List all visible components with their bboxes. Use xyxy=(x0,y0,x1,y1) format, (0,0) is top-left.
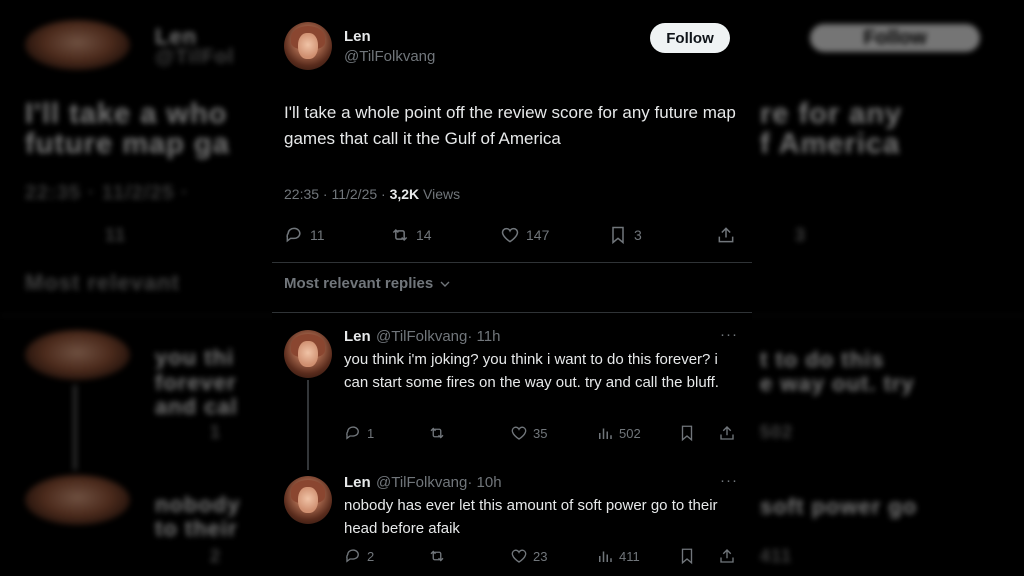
views-icon xyxy=(599,551,612,562)
repost-icon xyxy=(392,228,408,242)
like-icon xyxy=(501,227,519,243)
sort-label: Most relevant replies xyxy=(284,275,434,292)
share-icon xyxy=(718,227,734,243)
share-icon xyxy=(720,549,734,563)
reply-button[interactable]: 2 xyxy=(344,547,374,565)
bg-count-right: 3 xyxy=(795,225,807,245)
bookmark-button[interactable] xyxy=(678,424,696,442)
bg-r2-count: 2 xyxy=(210,546,222,566)
views-count: 3,2K xyxy=(389,186,420,202)
bg-text-l2: future map ga xyxy=(25,128,230,160)
bookmark-icon xyxy=(681,425,693,442)
like-count: 147 xyxy=(526,227,550,243)
reply-count: 11 xyxy=(310,227,325,243)
sort-replies-dropdown[interactable]: Most relevant replies xyxy=(284,275,453,292)
bg-r1-l2: forever xyxy=(155,370,237,395)
bg-count-left: 11 xyxy=(105,225,127,245)
reply-count: 2 xyxy=(367,548,375,564)
more-icon[interactable]: ··· xyxy=(720,472,738,489)
repost-button[interactable] xyxy=(428,547,446,565)
bg-r1-r1: t to do this xyxy=(760,347,885,372)
reply-icon xyxy=(346,426,359,440)
reply-count: 1 xyxy=(367,425,375,441)
bg-avatar xyxy=(25,20,130,70)
like-button[interactable]: 35 xyxy=(510,424,547,442)
reply-text: nobody has ever let this amount of soft … xyxy=(344,497,718,537)
views-label: Views xyxy=(419,186,461,202)
bg-r1-views: 502 xyxy=(760,422,794,442)
bg-r1-l3: and cal xyxy=(155,394,238,419)
avatar[interactable] xyxy=(284,22,332,70)
repost-icon xyxy=(430,550,444,562)
views-count: 502 xyxy=(619,425,641,441)
bg-follow: Follow xyxy=(810,24,980,52)
reply-avatar[interactable] xyxy=(284,330,332,378)
like-count: 23 xyxy=(533,548,548,564)
tweet-thread-column: Len @TilFolkvang Follow I'll take a whol… xyxy=(272,0,752,576)
share-icon xyxy=(720,426,734,440)
bg-thread-line xyxy=(73,385,77,470)
like-button[interactable]: 23 xyxy=(510,547,547,565)
bg-avatar-3 xyxy=(25,475,130,525)
share-button[interactable] xyxy=(716,225,736,245)
chevron-down-icon xyxy=(440,281,450,287)
tweet-timestamp[interactable]: 22:35 · 11/2/25 · xyxy=(284,186,390,202)
views-count: 411 xyxy=(619,548,640,564)
reply-button[interactable]: 11 xyxy=(284,225,325,245)
share-button[interactable] xyxy=(718,424,736,442)
reply-icon xyxy=(346,549,359,563)
tweet-text: I'll take a whole point off the review s… xyxy=(284,103,736,148)
bg-r1-r2: e way out. try xyxy=(760,371,915,396)
bg-text-r1: re for any xyxy=(760,98,903,130)
views-icon xyxy=(599,428,612,439)
share-button[interactable] xyxy=(718,547,736,565)
repost-button[interactable]: 14 xyxy=(390,225,432,245)
bookmark-button[interactable] xyxy=(678,547,696,565)
reply-author-name[interactable]: Len xyxy=(344,328,371,345)
bookmark-icon xyxy=(612,226,624,245)
bookmark-icon xyxy=(681,548,693,565)
like-count: 35 xyxy=(533,425,548,441)
reply-icon xyxy=(286,227,301,243)
bg-r2-r1: soft power go xyxy=(760,494,918,519)
like-button[interactable]: 147 xyxy=(500,225,549,245)
bg-text-r2: f America xyxy=(760,128,901,160)
views-button[interactable]: 502 xyxy=(596,424,641,442)
divider xyxy=(272,262,752,263)
bg-r2-views: 411 xyxy=(760,546,793,566)
follow-button[interactable]: Follow xyxy=(650,23,730,53)
bookmark-count: 3 xyxy=(634,227,642,243)
repost-button[interactable] xyxy=(428,424,446,442)
like-icon xyxy=(511,426,527,440)
bg-sort: Most relevant xyxy=(25,270,180,295)
reply-button[interactable]: 1 xyxy=(344,424,374,442)
reply-author-name[interactable]: Len xyxy=(344,474,371,491)
more-icon[interactable]: ··· xyxy=(720,326,738,343)
author-name[interactable]: Len xyxy=(344,28,371,45)
bg-r1-count: 1 xyxy=(210,422,222,442)
bg-r1-l1: you thi xyxy=(155,345,235,370)
repost-count: 14 xyxy=(416,227,432,243)
bg-text-l1: I'll take a who xyxy=(25,98,228,130)
bg-r2-l1: nobody xyxy=(155,492,241,517)
tweet-meta: 22:35 · 11/2/25 · 3,2K Views xyxy=(284,186,460,202)
divider xyxy=(272,312,752,313)
thread-line xyxy=(307,380,309,470)
bg-time: 22:35 · 11/2/25 · xyxy=(25,182,189,204)
reply-text: you think i'm joking? you think i want t… xyxy=(344,351,719,391)
reply-avatar[interactable] xyxy=(284,476,332,524)
reply-author-handle[interactable]: @TilFolkvang· 10h xyxy=(376,474,502,491)
bg-handle: @TilFol xyxy=(155,46,235,68)
bookmark-button[interactable]: 3 xyxy=(608,225,642,245)
like-icon xyxy=(511,549,527,563)
bg-avatar-2 xyxy=(25,330,130,380)
reply-author-handle[interactable]: @TilFolkvang· 11h xyxy=(376,328,500,345)
views-button[interactable]: 411 xyxy=(596,547,640,565)
bg-r2-l2: to their xyxy=(155,516,238,541)
author-handle[interactable]: @TilFolkvang xyxy=(344,48,435,65)
repost-icon xyxy=(430,427,444,439)
